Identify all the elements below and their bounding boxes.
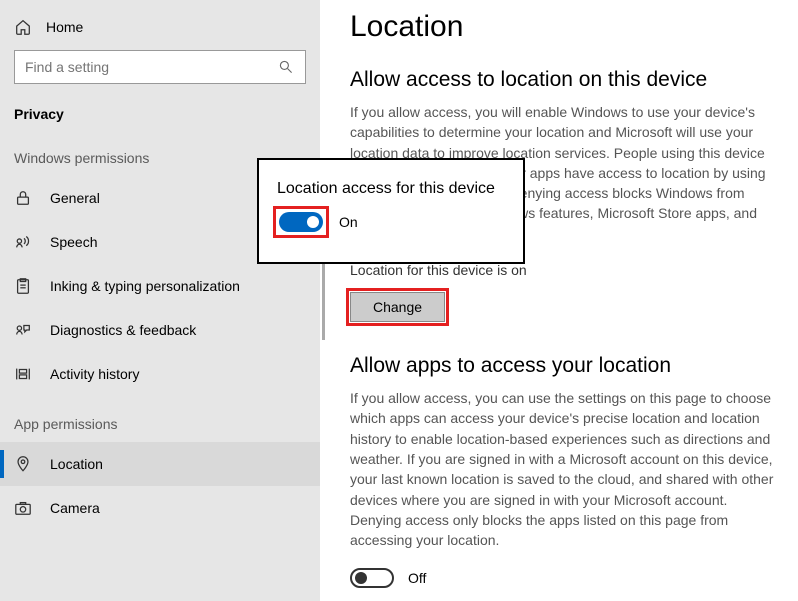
sidebar-item-location[interactable]: Location (0, 442, 320, 486)
sidebar-item-diagnostics[interactable]: Diagnostics & feedback (0, 308, 320, 352)
lock-icon (14, 189, 32, 207)
sidebar-item-label: Diagnostics & feedback (50, 322, 196, 338)
sidebar-item-label: Speech (50, 234, 97, 250)
apps-location-toggle-row: Off (350, 568, 778, 588)
toggle-highlight (277, 210, 325, 234)
section2-title: Allow apps to access your location (350, 354, 778, 378)
home-label: Home (46, 19, 83, 35)
location-status: Location for this device is on (350, 262, 778, 278)
search-box[interactable] (14, 50, 306, 84)
camera-icon (14, 499, 32, 517)
sidebar-item-label: Activity history (50, 366, 139, 382)
sidebar: Home Privacy Windows permissions General… (0, 0, 320, 601)
home-link[interactable]: Home (0, 12, 320, 50)
timeline-icon (14, 365, 32, 383)
apps-location-toggle[interactable] (350, 568, 394, 588)
location-icon (14, 455, 32, 473)
search-icon (277, 58, 295, 76)
clipboard-icon (14, 277, 32, 295)
popup-title: Location access for this device (277, 180, 505, 198)
speech-icon (14, 233, 32, 251)
sidebar-item-inking[interactable]: Inking & typing personalization (0, 264, 320, 308)
section1-title: Allow access to location on this device (350, 68, 778, 92)
change-button[interactable]: Change (350, 292, 445, 322)
device-location-toggle[interactable] (279, 212, 323, 232)
feedback-icon (14, 321, 32, 339)
sidebar-item-camera[interactable]: Camera (0, 486, 320, 530)
search-input[interactable] (25, 59, 277, 75)
sidebar-item-activity[interactable]: Activity history (0, 352, 320, 396)
page-title: Location (350, 10, 778, 44)
sidebar-item-label: Camera (50, 500, 100, 516)
sidebar-item-label: Location (50, 456, 103, 472)
toggle-label: On (339, 214, 358, 230)
section2-body: If you allow access, you can use the set… (350, 388, 778, 550)
sidebar-item-label: Inking & typing personalization (50, 278, 240, 294)
location-access-popup: Location access for this device On (257, 158, 525, 264)
home-icon (14, 18, 32, 36)
main-content: Location Allow access to location on thi… (320, 0, 798, 601)
sidebar-item-label: General (50, 190, 100, 206)
change-highlight: Change (350, 292, 445, 322)
group-app-permissions: App permissions (0, 396, 320, 442)
toggle-label: Off (408, 570, 426, 586)
section-heading: Privacy (0, 98, 320, 130)
